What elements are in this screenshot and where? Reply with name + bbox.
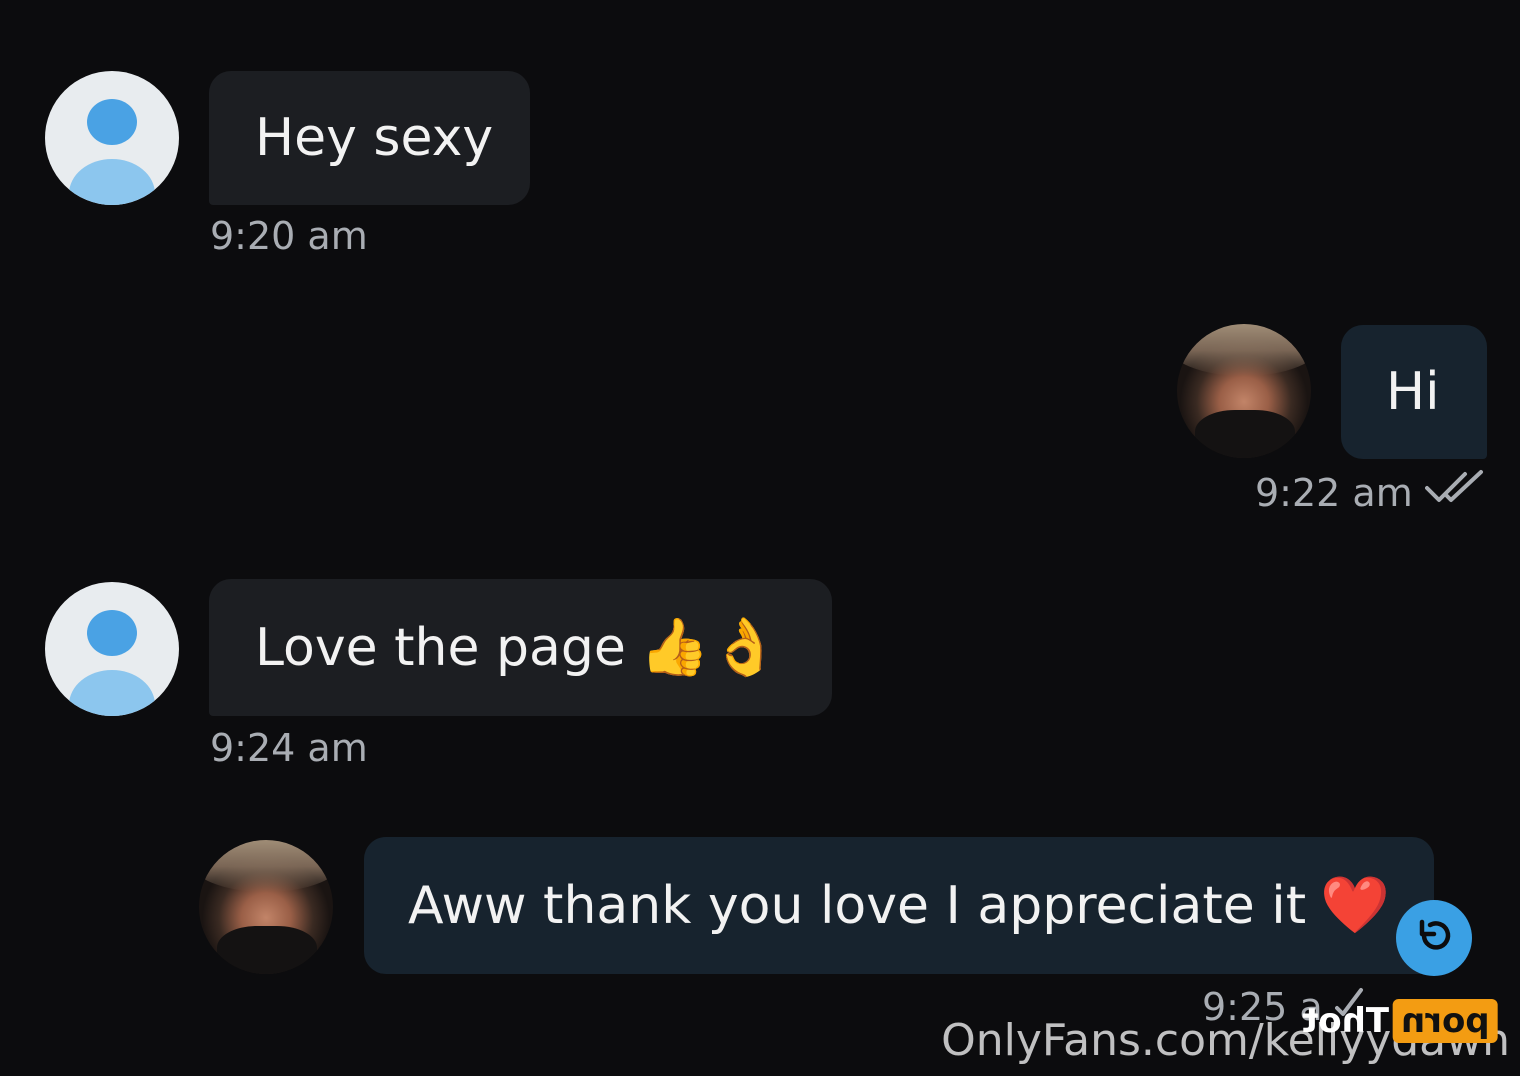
chat-screen: Hey sexy 9:20 am Hi 9:22 am Love the pag… [0,0,1520,1076]
message-text: Hi [1386,362,1440,422]
own-avatar[interactable] [199,840,333,974]
message-bubble-incoming[interactable]: Love the page 👍👌 [209,579,832,716]
sender-avatar[interactable] [45,71,179,205]
undo-icon [1412,914,1456,962]
message-text: Hey sexy [255,108,494,168]
undo-button[interactable] [1396,900,1472,976]
default-user-avatar-icon [87,99,137,145]
thumbs-up-ok-emoji: 👍👌 [639,614,780,680]
double-check-icon [1424,468,1489,517]
default-user-avatar-icon [87,610,137,656]
message-bubble-incoming[interactable]: Hey sexy [209,71,530,205]
own-avatar[interactable] [1177,324,1311,458]
watermark-badge: Thot porn [1302,996,1498,1046]
heart-emoji: ❤️ [1320,872,1390,938]
message-bubble-outgoing[interactable]: Hi [1341,325,1487,459]
message-bubble-outgoing[interactable]: Aww thank you love I appreciate it ❤️ [364,837,1434,974]
message-text: Love the page [255,617,626,678]
message-timestamp: 9:22 am [1255,468,1489,517]
message-timestamp: 9:24 am [210,726,368,770]
message-text: Aww thank you love I appreciate it [408,875,1307,936]
message-timestamp: 9:20 am [210,214,368,258]
sender-avatar[interactable] [45,582,179,716]
